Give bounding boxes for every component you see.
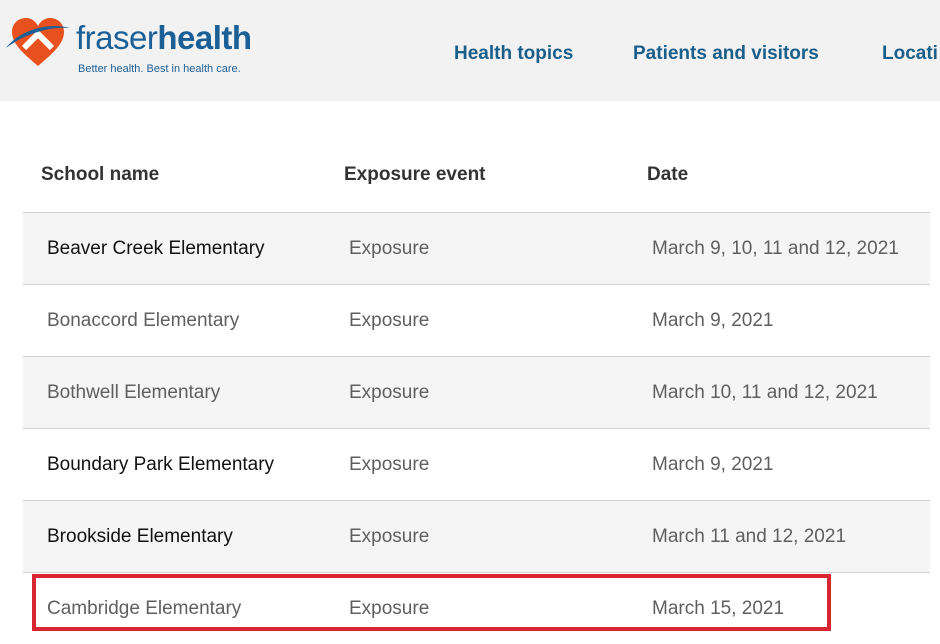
school-name-cell: Brookside Elementary [47,526,233,547]
nav-patients-and-visitors[interactable]: Patients and visitors [633,43,819,65]
date-cell: March 9, 2021 [652,454,774,475]
school-exposures-table: School name Exposure event Date Beaver C… [23,140,930,644]
logo-wordmark: fraserhealth [76,18,252,58]
highlight-box [32,574,831,631]
fraserhealth-logo[interactable]: fraserhealth Better health. Best in heal… [4,12,252,82]
date-cell: March 9, 2021 [652,310,774,331]
heart-logo-icon [6,18,70,66]
table-row: Beaver Creek Elementary Exposure March 9… [23,213,930,285]
logo-word-health: health [157,19,252,56]
table-header: School name Exposure event Date [23,140,930,213]
nav-locations[interactable]: Locati [882,43,938,65]
nav-health-topics[interactable]: Health topics [454,43,573,65]
exposure-event-cell: Exposure [349,526,430,547]
date-cell: March 10, 11 and 12, 2021 [652,382,878,403]
exposure-event-cell: Exposure [349,310,430,331]
exposure-event-cell: Exposure [349,454,430,475]
table-row: Bonaccord Elementary Exposure March 9, 2… [23,285,930,357]
table-row: Brookside Elementary Exposure March 11 a… [23,501,930,573]
logo-word-fraser: fraser [76,19,158,56]
table-row: Bothwell Elementary Exposure March 10, 1… [23,357,930,429]
exposure-event-cell: Exposure [349,382,430,403]
school-name-cell: Boundary Park Elementary [47,454,275,475]
date-cell: March 9, 10, 11 and 12, 2021 [652,238,899,259]
school-name-cell: Bothwell Elementary [47,382,221,403]
column-header-school-name: School name [41,164,160,185]
school-name-cell: Bonaccord Elementary [47,310,240,331]
column-header-exposure-event: Exposure event [344,164,486,185]
school-name-cell: Beaver Creek Elementary [47,238,265,259]
site-header: fraserhealth Better health. Best in heal… [0,0,940,101]
exposure-event-cell: Exposure [349,238,430,259]
logo-tagline: Better health. Best in health care. [78,63,241,75]
date-cell: March 11 and 12, 2021 [652,526,847,547]
column-header-date: Date [647,164,689,185]
table-row: Boundary Park Elementary Exposure March … [23,429,930,501]
